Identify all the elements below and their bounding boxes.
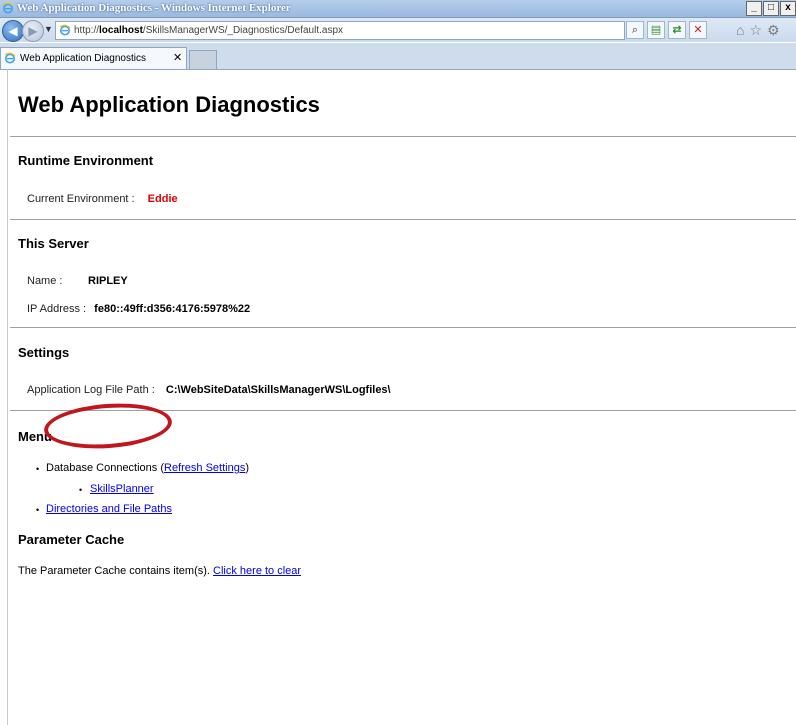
tab-label: Web Application Diagnostics [20,53,146,64]
ip-address-value: fe80::49ff:d356:4176:5978%22 [94,303,251,315]
back-button[interactable]: ◀ [2,20,24,42]
url-path: /SkillsManagerWS/_Diagnostics/Default.as… [142,25,344,36]
history-dropdown-icon[interactable]: ▼ [44,24,53,34]
directories-item: Directories and File Paths [46,503,172,515]
tab-web-application-diagnostics[interactable]: Web Application Diagnostics ✕ [0,47,187,69]
log-path-label: Application Log File Path : [27,384,155,396]
minimize-button[interactable]: _ [746,1,762,16]
directories-file-paths-link[interactable]: Directories and File Paths [46,503,172,515]
back-arrow-icon: ◀ [8,24,18,38]
bullet-icon: • [36,464,40,474]
skillsplanner-item: SkillsPlanner [90,483,154,495]
refresh-icon[interactable]: ⇄ [668,21,686,39]
current-environment-label: Current Environment : [27,193,135,205]
divider [10,219,796,220]
internet-explorer-icon [2,2,14,14]
home-icon[interactable]: ⌂ [736,22,744,39]
frame-border [7,69,8,725]
search-icon[interactable]: ⌕ [626,21,644,39]
server-name-row: Name : [27,275,62,287]
db-connections-close: ) [245,462,250,474]
current-environment-value: Eddie [147,193,178,205]
forward-button[interactable]: ▶ [22,20,44,42]
ip-address-label: IP Address : [27,303,87,315]
window-title: Web Application Diagnostics - Windows In… [17,2,291,14]
forward-arrow-icon: ▶ [28,24,38,38]
url-host: localhost [99,25,143,36]
runtime-heading: Runtime Environment [18,153,154,168]
ie-tab-icon [4,52,16,64]
log-path-row: Application Log File Path : C:\WebSiteDa… [27,384,391,396]
bullet-icon: • [79,485,83,495]
db-connections-text: Database Connections ( [46,462,165,474]
stop-icon[interactable]: ✕ [689,21,707,39]
server-name-value: RIPLEY [88,275,128,287]
address-url[interactable]: http://localhost/SkillsManagerWS/_Diagno… [74,22,343,39]
server-name-label: Name : [27,275,63,287]
window-controls: _ □ x [745,1,796,16]
ip-address-row: IP Address : fe80::49ff:d356:4176:5978%2… [27,303,250,315]
server-heading: This Server [18,236,89,251]
skillsplanner-link[interactable]: SkillsPlanner [90,483,154,495]
parameter-cache-heading: Parameter Cache [18,532,125,547]
refresh-settings-link[interactable]: Refresh Settings [164,462,245,474]
navigation-bar: ◀ ▶ ▼ http://localhost/SkillsManagerWS/_… [0,18,796,42]
clear-cache-link[interactable]: Click here to clear [213,565,301,577]
close-window-button[interactable]: x [780,1,796,16]
tab-close-icon[interactable]: ✕ [173,48,182,69]
settings-gear-icon[interactable]: ⚙ [767,22,780,39]
divider [10,136,796,137]
new-tab-button[interactable] [189,50,217,69]
favorites-star-icon[interactable]: ☆ [749,22,762,39]
divider [10,410,796,411]
menu-heading: Menu [18,429,52,444]
annotation-circle [42,399,174,453]
tab-bar: Web Application Diagnostics ✕ [0,43,796,70]
parameter-cache-row: The Parameter Cache contains item(s). Cl… [18,565,301,577]
maximize-button[interactable]: □ [763,1,779,16]
address-bar[interactable]: http://localhost/SkillsManagerWS/_Diagno… [55,21,625,40]
current-environment-row: Current Environment : Eddie [27,193,178,205]
compatibility-view-icon[interactable]: ▤ [647,21,665,39]
log-path-value: C:\WebSiteData\SkillsManagerWS\Logfiles\ [165,384,391,396]
bullet-icon: • [36,505,40,515]
window-titlebar: Web Application Diagnostics - Windows In… [0,0,796,18]
divider [10,327,796,328]
db-connections-item: Database Connections (Refresh Settings) [46,462,249,474]
ie-page-icon [59,24,71,36]
parameter-cache-text: The Parameter Cache contains item(s). [18,565,210,577]
browser-toolbar-icons: ⌂ ☆ ⚙ [736,22,785,39]
page-title: Web Application Diagnostics [18,92,320,117]
address-tools: ⌕ ▤ ⇄ ✕ [626,21,710,39]
url-prefix: http:// [74,25,100,36]
settings-heading: Settings [18,345,70,360]
